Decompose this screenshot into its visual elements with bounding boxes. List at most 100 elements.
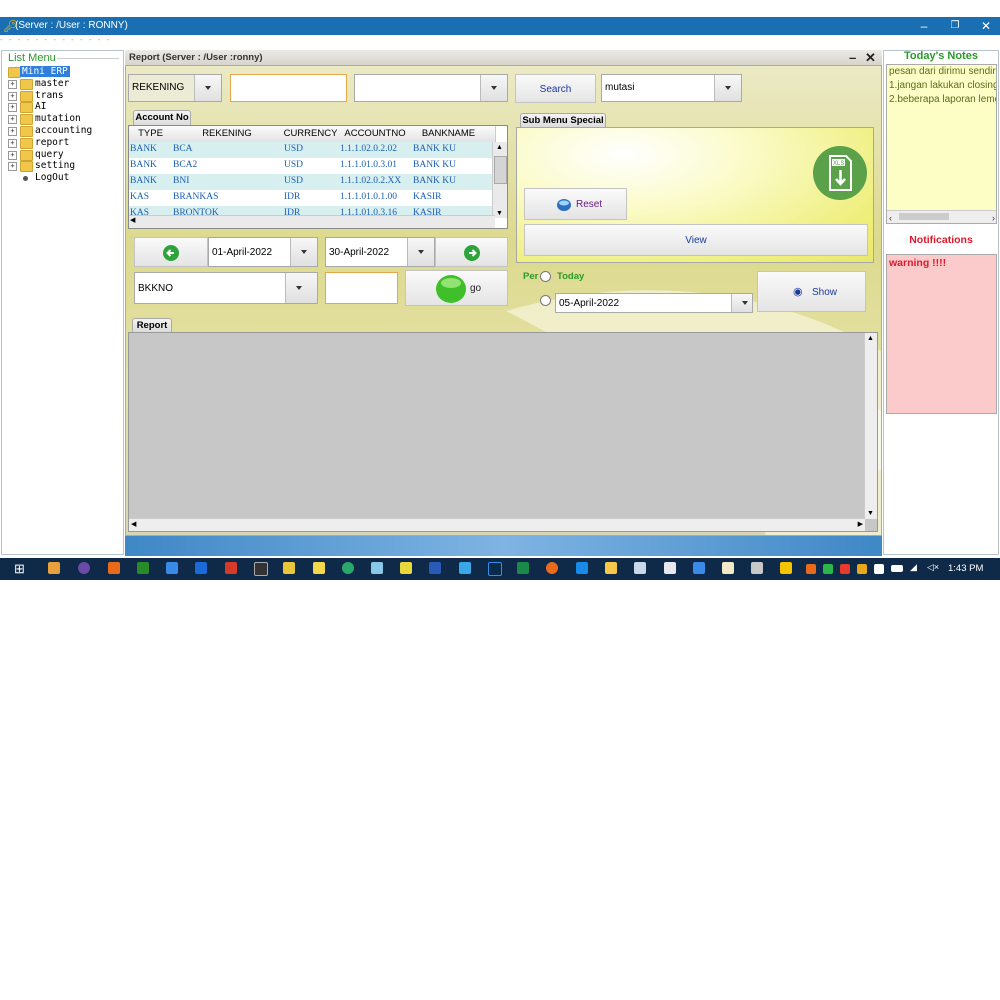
expand-icon[interactable]: + (8, 115, 17, 125)
date-to-picker[interactable]: 30-April-2022 (325, 237, 435, 267)
today-radio[interactable] (540, 271, 551, 282)
table-row[interactable]: BANK BNI USD 1.1.1.02.0.2.XX BANK KU (129, 174, 493, 190)
filter-type-combo[interactable]: REKENING (128, 74, 222, 102)
report-vertical-scrollbar[interactable]: ▲ ▼ (864, 333, 877, 519)
excel-icon[interactable] (517, 562, 529, 574)
terminal-icon[interactable] (254, 562, 268, 576)
scroll-left-icon[interactable]: ◀ (130, 216, 135, 224)
show-button[interactable]: ◉ Show (757, 271, 866, 312)
chevron-down-icon[interactable] (714, 75, 741, 101)
chevron-down-icon[interactable] (194, 75, 221, 101)
battery-icon[interactable] (891, 565, 903, 572)
tab-report[interactable]: Report (132, 318, 172, 332)
restore-button[interactable]: ❐ (943, 18, 967, 34)
column-header-currency[interactable]: CURRENCY (282, 126, 340, 143)
expand-icon[interactable]: + (8, 126, 17, 136)
chevron-down-icon[interactable] (731, 294, 752, 312)
windows-start-icon[interactable]: ⊞ (14, 561, 25, 577)
app-icon[interactable] (371, 562, 383, 574)
app-icon[interactable] (459, 562, 471, 574)
column-header-bankname[interactable]: BANKNAME (411, 126, 487, 143)
chevron-down-icon[interactable] (480, 75, 507, 101)
go-button[interactable]: go (405, 270, 508, 306)
table-row[interactable]: BANK BCA2 USD 1.1.1.01.0.3.01 BANK KU (129, 158, 493, 174)
grid-horizontal-scrollbar[interactable]: ◀ (129, 215, 495, 228)
per-date-picker[interactable]: 05-April-2022 (555, 293, 753, 313)
per-date-radio[interactable] (540, 295, 551, 306)
scroll-left-icon[interactable]: ◀ (131, 520, 136, 528)
app-icon[interactable] (283, 562, 295, 574)
doc-number-input[interactable] (325, 272, 398, 304)
scroll-right-icon[interactable]: ▶ (858, 520, 863, 528)
tray-icon[interactable] (823, 564, 833, 574)
notes-box[interactable]: pesan dari dirimu sendiri 1.jangan lakuk… (886, 64, 997, 224)
expand-icon[interactable]: + (8, 162, 17, 172)
table-row[interactable]: KAS BRANKAS IDR 1.1.1.01.0.1.00 KASIR (129, 190, 493, 206)
chevron-down-icon[interactable] (407, 238, 434, 266)
scroll-thumb[interactable] (494, 156, 507, 184)
scroll-down-icon[interactable]: ▼ (867, 510, 874, 517)
wifi-icon[interactable]: ◢ (910, 562, 917, 573)
search-input[interactable] (230, 74, 347, 102)
doc-type-combo[interactable]: BKKNO (134, 272, 318, 304)
taskbar-clock[interactable]: 1:43 PM (948, 563, 983, 574)
scroll-down-icon[interactable]: ▼ (496, 210, 503, 217)
column-header-type[interactable]: TYPE (129, 126, 173, 143)
app-icon[interactable] (225, 562, 237, 574)
scroll-up-icon[interactable]: ▲ (496, 144, 503, 151)
excel-export-icon[interactable]: XLS (813, 146, 867, 200)
app-icon[interactable] (313, 562, 325, 574)
reset-button[interactable]: Reset (524, 188, 627, 220)
app-icon[interactable] (400, 562, 412, 574)
expand-icon[interactable]: + (8, 91, 17, 101)
column-header-accountno[interactable]: ACCOUNTNO (339, 126, 412, 143)
firefox-icon[interactable] (546, 562, 558, 574)
next-period-button[interactable] (435, 237, 508, 267)
tray-icon[interactable] (857, 564, 867, 574)
close-report-button[interactable]: ✕ (865, 50, 876, 66)
report-horizontal-scrollbar[interactable]: ◀ ▶ (129, 518, 865, 531)
expand-icon[interactable]: + (8, 79, 17, 89)
notes-horizontal-scrollbar[interactable]: ‹ › (887, 210, 996, 223)
app-icon[interactable] (48, 562, 60, 574)
app-icon[interactable] (693, 562, 705, 574)
photoshop-icon[interactable] (488, 562, 502, 576)
scroll-left-icon[interactable]: ‹ (889, 211, 892, 223)
word-icon[interactable] (429, 562, 441, 574)
table-row[interactable]: BANK BCA USD 1.1.1.02.0.2.02 BANK KU (129, 142, 493, 158)
app-icon[interactable] (751, 562, 763, 574)
mode-combo[interactable]: mutasi (601, 74, 742, 102)
volume-icon[interactable]: ◁× (927, 562, 939, 573)
outlook-icon[interactable] (195, 562, 207, 574)
column-header-rekening[interactable]: REKENING (172, 126, 283, 143)
minimize-report-button[interactable]: – (849, 50, 856, 65)
tray-icon[interactable] (840, 564, 850, 574)
tray-icon[interactable] (806, 564, 816, 574)
expand-icon[interactable]: + (8, 103, 17, 113)
app-icon[interactable] (634, 562, 646, 574)
scroll-right-icon[interactable]: › (992, 211, 995, 223)
app-icon[interactable] (342, 562, 354, 574)
close-button[interactable]: ✕ (974, 18, 998, 34)
expand-icon[interactable]: + (8, 138, 17, 148)
secondary-combo[interactable] (354, 74, 508, 102)
file-explorer-icon[interactable] (605, 562, 617, 574)
prev-period-button[interactable] (134, 237, 208, 267)
view-button[interactable]: View (524, 224, 868, 256)
tab-account-no[interactable]: Account No (133, 110, 191, 125)
chevron-down-icon[interactable] (290, 238, 317, 266)
tab-sub-menu-special[interactable]: Sub Menu Special (520, 113, 606, 127)
expand-icon[interactable]: + (8, 150, 17, 160)
chevron-down-icon[interactable] (285, 273, 317, 303)
scroll-thumb[interactable] (899, 213, 949, 220)
app-icon[interactable] (664, 562, 676, 574)
notification-icon[interactable] (874, 564, 884, 574)
app-icon[interactable] (722, 562, 734, 574)
grid-vertical-scrollbar[interactable]: ▲ ▼ (492, 142, 507, 218)
scroll-up-icon[interactable]: ▲ (867, 335, 874, 342)
search-button[interactable]: Search (515, 74, 596, 103)
app-icon[interactable] (78, 562, 90, 574)
vscode-icon[interactable] (576, 562, 588, 574)
app-icon[interactable] (166, 562, 178, 574)
app-icon[interactable] (108, 562, 120, 574)
